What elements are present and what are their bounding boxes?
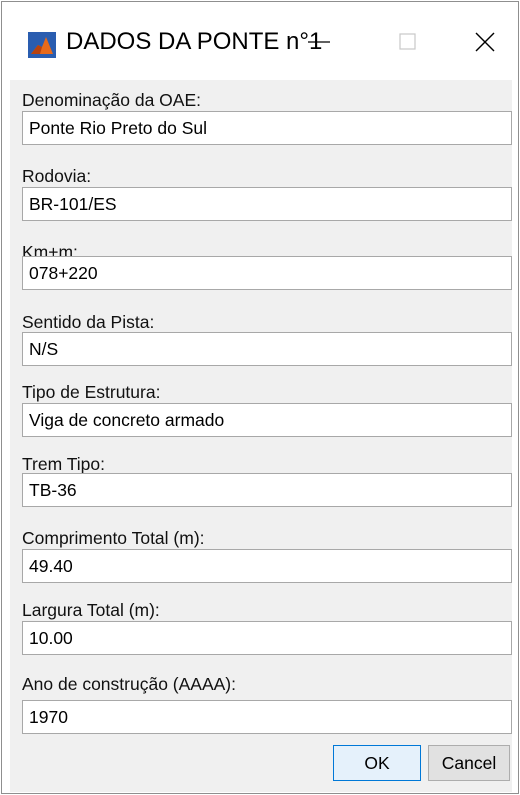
form-panel: Denominação da OAE: Ponte Rio Preto do S…: [10, 80, 512, 792]
matlab-icon: [28, 32, 56, 58]
tipo-estrutura-input[interactable]: Viga de concreto armado: [22, 403, 512, 437]
km-input[interactable]: 078+220: [22, 256, 512, 290]
comprimento-label: Comprimento Total (m):: [22, 528, 205, 548]
tipo-estrutura-label: Tipo de Estrutura:: [22, 382, 161, 402]
denominacao-input[interactable]: Ponte Rio Preto do Sul: [22, 111, 512, 145]
close-button[interactable]: [462, 20, 508, 64]
largura-label: Largura Total (m):: [22, 600, 160, 620]
rodovia-input[interactable]: BR-101/ES: [22, 187, 512, 221]
sentido-label: Sentido da Pista:: [22, 312, 155, 332]
window-title: DADOS DA PONTE n°1: [66, 28, 323, 55]
comprimento-input[interactable]: 49.40: [22, 549, 512, 583]
denominacao-label: Denominação da OAE:: [22, 90, 201, 110]
minimize-button[interactable]: [296, 20, 342, 64]
sentido-input[interactable]: N/S: [22, 332, 512, 366]
ok-button[interactable]: OK: [333, 745, 421, 781]
cancel-button[interactable]: Cancel: [428, 745, 510, 781]
maximize-button[interactable]: [384, 20, 430, 64]
title-bar[interactable]: DADOS DA PONTE n°1: [2, 2, 518, 84]
largura-input[interactable]: 10.00: [22, 621, 512, 655]
trem-tipo-input[interactable]: TB-36: [22, 473, 512, 507]
ano-construcao-label: Ano de construção (AAAA):: [22, 674, 236, 694]
dialog-window: DADOS DA PONTE n°1 Denominação da OAE: P…: [1, 1, 519, 794]
rodovia-label: Rodovia:: [22, 166, 92, 186]
trem-tipo-label: Trem Tipo:: [22, 454, 105, 474]
ano-construcao-input[interactable]: 1970: [22, 700, 512, 734]
